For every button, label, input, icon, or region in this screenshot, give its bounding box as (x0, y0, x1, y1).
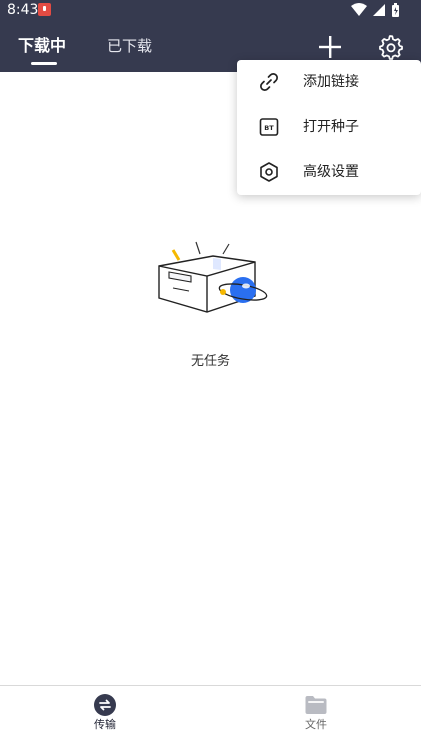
active-tab-indicator (31, 62, 57, 65)
signal-icon (373, 4, 385, 16)
add-options-menu: 添加链接 BT 打开种子 高级设置 (237, 60, 421, 195)
wifi-icon (351, 3, 367, 16)
empty-box-illustration (151, 236, 271, 320)
nav-files[interactable]: 文件 (266, 686, 366, 748)
status-icons (351, 2, 413, 18)
menu-label-advanced-settings: 高级设置 (303, 164, 359, 180)
bt-icon: BT (258, 116, 280, 138)
status-time: 8:43 (7, 2, 39, 18)
settings-button[interactable] (376, 33, 404, 61)
download-app-notification-icon (38, 3, 51, 16)
nav-label-transfer: 传输 (94, 718, 116, 731)
tab-downloaded[interactable]: 已下载 (107, 35, 152, 57)
nav-label-files: 文件 (305, 718, 327, 731)
hexagon-settings-icon (258, 161, 280, 183)
bottom-navigation: 传输 文件 (0, 686, 421, 748)
menu-label-add-link: 添加链接 (303, 74, 359, 90)
transfer-icon (93, 693, 117, 717)
plus-icon (319, 36, 341, 58)
add-button[interactable] (317, 34, 343, 60)
menu-item-open-torrent[interactable]: BT 打开种子 (237, 105, 421, 150)
gear-icon (379, 35, 403, 60)
nav-transfer[interactable]: 传输 (55, 686, 155, 748)
battery-icon (392, 3, 399, 17)
tab-downloading[interactable]: 下载中 (18, 35, 66, 57)
link-icon (258, 71, 280, 93)
menu-item-add-link[interactable]: 添加链接 (237, 60, 421, 105)
menu-label-open-torrent: 打开种子 (303, 119, 359, 135)
folder-icon (304, 693, 328, 717)
menu-item-advanced-settings[interactable]: 高级设置 (237, 150, 421, 195)
bt-badge-text: BT (264, 124, 274, 132)
empty-state-text: 无任务 (190, 354, 230, 369)
